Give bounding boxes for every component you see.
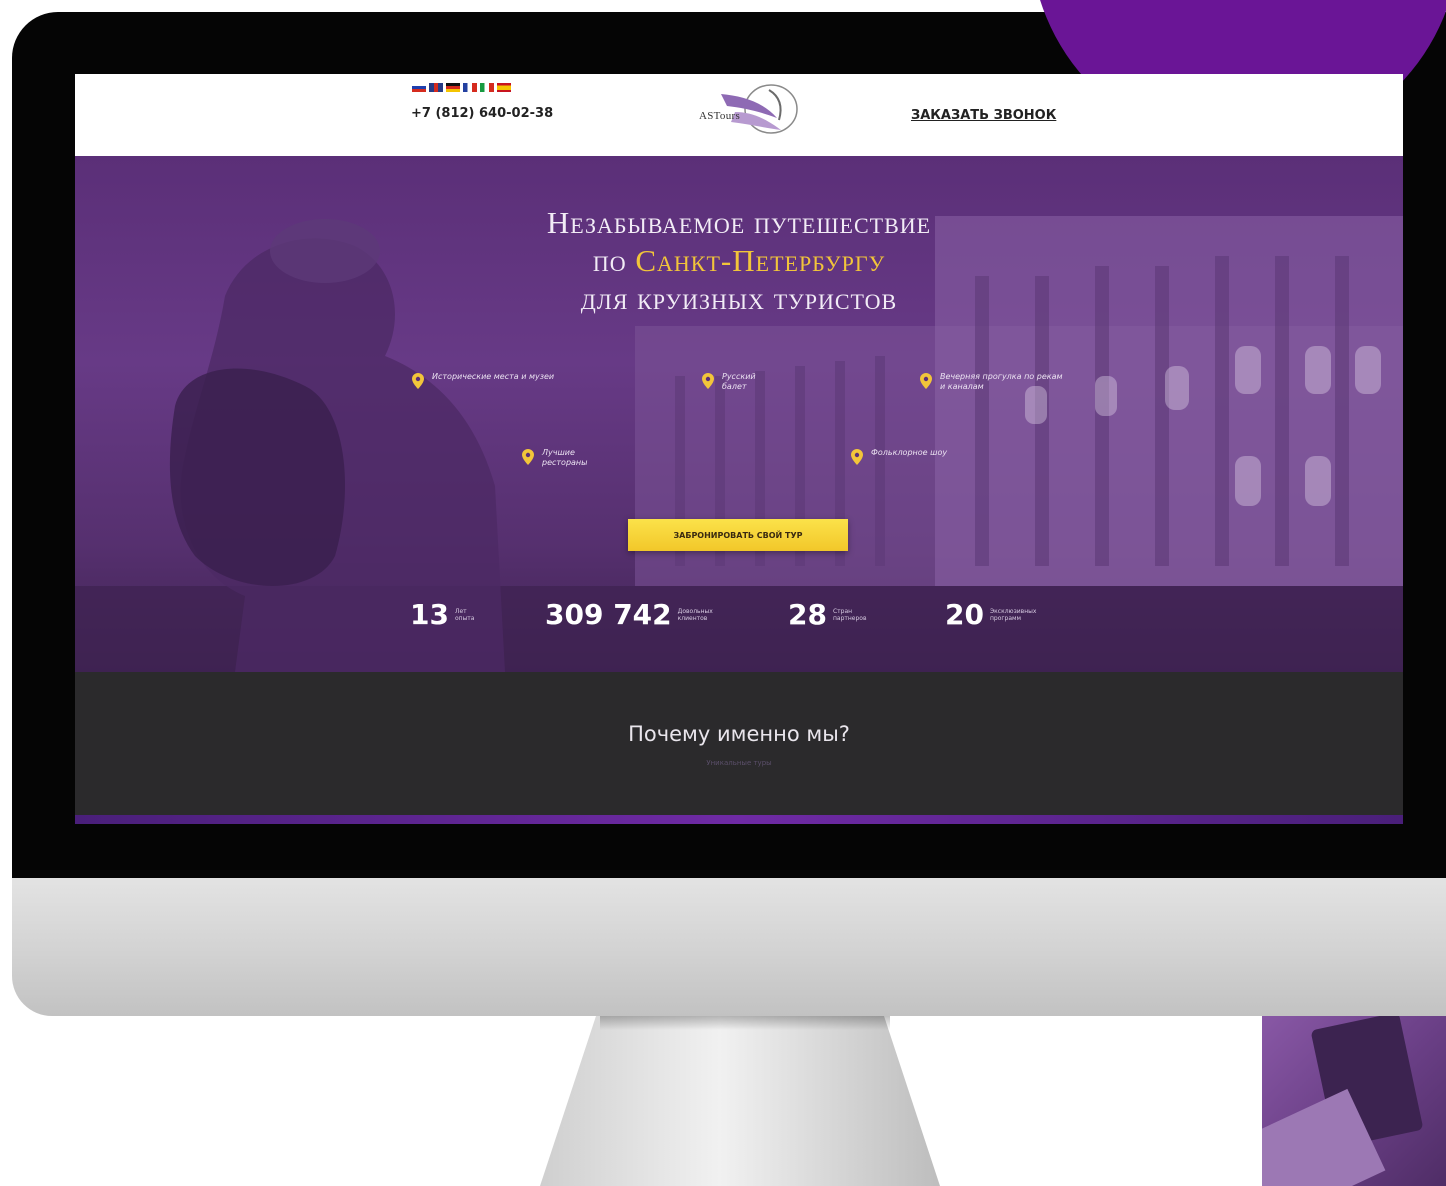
- hero-title-line3: для круизных туристов: [580, 281, 898, 316]
- book-tour-button[interactable]: ЗАБРОНИРОВАТЬ СВОЙ ТУР: [628, 519, 848, 551]
- purple-divider-bar: [75, 815, 1403, 824]
- stat-label: Стран партнеров: [832, 607, 867, 622]
- callback-link[interactable]: ЗАКАЗАТЬ ЗВОНОК: [911, 108, 1056, 123]
- decorative-photo-corner: [1262, 1000, 1446, 1186]
- map-pin-icon: [412, 373, 424, 389]
- stat-value: 20: [945, 598, 984, 631]
- feature-text: Лучшие рестораны: [542, 448, 588, 467]
- flag-de-icon[interactable]: [446, 83, 460, 92]
- flag-it-icon[interactable]: [480, 83, 494, 92]
- map-pin-icon: [920, 373, 932, 389]
- flag-fr-icon[interactable]: [463, 83, 477, 92]
- feature-item: Исторические места и музеи: [412, 372, 557, 389]
- why-us-title: Почему именно мы?: [628, 722, 850, 746]
- logo-text: ASTours: [699, 110, 741, 122]
- flag-ru-icon[interactable]: [412, 83, 426, 92]
- hero-title-highlight: Санкт-Петербургу: [635, 243, 886, 278]
- feature-text: Исторические места и музеи: [432, 372, 555, 381]
- logo-swan-icon: [721, 84, 798, 134]
- feature-item: Лучшие рестораны: [522, 448, 612, 468]
- phone-number[interactable]: +7 (812) 640-02-38: [411, 106, 553, 121]
- stat-label: Довольных клиентов: [677, 607, 713, 622]
- monitor-chin: [12, 878, 1446, 1016]
- why-us-section: Почему именно мы? Уникальные туры: [75, 672, 1403, 815]
- hero-title-line2: по Санкт-Петербургу: [405, 242, 1073, 280]
- stat-item: 28 Стран партнеров: [788, 598, 871, 631]
- flag-en-icon[interactable]: [429, 83, 443, 92]
- stat-item: 309 742 Довольных клиентов: [545, 598, 720, 631]
- hero-title-line2-prefix: по: [592, 243, 636, 278]
- site-header: +7 (812) 640-02-38 ASTours ЗАКАЗАТЬ ЗВОН…: [75, 74, 1403, 156]
- feature-text: Русский балет: [722, 372, 756, 391]
- stat-value: 309 742: [545, 598, 672, 631]
- map-pin-icon: [522, 449, 534, 465]
- stat-label: Лет опыта: [454, 607, 475, 622]
- hero-section: Незабываемое путешествие по Санкт-Петерб…: [75, 156, 1403, 672]
- map-pin-icon: [702, 373, 714, 389]
- website-screen: +7 (812) 640-02-38 ASTours ЗАКАЗАТЬ ЗВОН…: [75, 74, 1403, 824]
- hero-title-line1: Незабываемое путешествие: [546, 205, 932, 240]
- feature-item: Фольклорное шоу: [851, 448, 951, 465]
- stat-item: 13 Лет опыта: [410, 598, 485, 631]
- language-selector: [412, 83, 511, 92]
- map-pin-icon: [851, 449, 863, 465]
- feature-item: Русский балет: [702, 372, 777, 392]
- why-us-subtitle: Уникальные туры: [706, 759, 772, 767]
- stat-value: 28: [788, 598, 827, 631]
- flag-es-icon[interactable]: [497, 83, 511, 92]
- hero-title: Незабываемое путешествие по Санкт-Петерб…: [405, 204, 1073, 318]
- feature-text: Фольклорное шоу: [871, 448, 948, 457]
- monitor-stand-shadow: [600, 1016, 890, 1030]
- stat-item: 20 Эксклюзивных программ: [945, 598, 1040, 631]
- logo[interactable]: ASTours: [691, 78, 803, 140]
- stat-value: 13: [410, 598, 449, 631]
- monitor-stand: [540, 1016, 940, 1186]
- feature-text: Вечерняя прогулка по рекам и каналам: [940, 372, 1063, 391]
- feature-item: Вечерняя прогулка по рекам и каналам: [920, 372, 1065, 392]
- stat-label: Эксклюзивных программ: [989, 607, 1037, 622]
